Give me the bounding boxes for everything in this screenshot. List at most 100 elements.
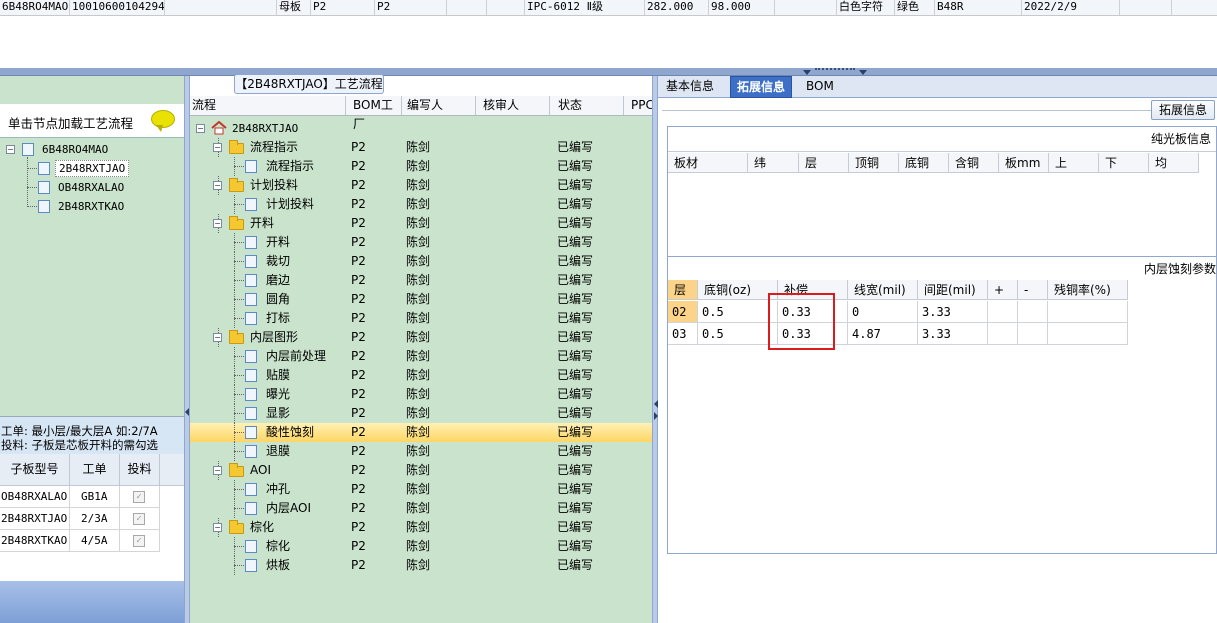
column-header[interactable]: 顶铜	[849, 153, 899, 173]
flow-row[interactable]: 冲孔 P2 陈剑 已编写	[190, 480, 652, 499]
column-header[interactable]: 含铜	[949, 153, 999, 173]
tree-root-label[interactable]: 6B48RO4MAO	[42, 143, 108, 156]
column-header[interactable]: -	[1018, 280, 1048, 300]
table-cell[interactable]	[1048, 323, 1128, 345]
flow-row[interactable]: 开料 P2 陈剑 已编写	[190, 233, 652, 252]
table-cell[interactable]: 4.87	[848, 323, 918, 345]
flow-row[interactable]: − 开料 P2 陈剑 已编写	[190, 214, 652, 233]
feed-checkbox[interactable]: ✓	[133, 491, 145, 503]
table-cell[interactable]: 02	[668, 301, 698, 323]
table-cell[interactable]: OB48RXALAO	[0, 486, 70, 508]
tree-child-selected[interactable]: 2B48RXTJAO	[55, 160, 130, 177]
column-header[interactable]: +	[988, 280, 1018, 300]
table-cell[interactable]: 0.5	[698, 323, 778, 345]
flow-root-label: 2B48RXTJAO	[232, 122, 299, 135]
column-header[interactable]: 板mm	[999, 153, 1049, 173]
column-header[interactable]: 残铜率(%)	[1048, 280, 1128, 300]
flow-row[interactable]: 计划投料 P2 陈剑 已编写	[190, 195, 652, 214]
table-cell[interactable]: 3.33	[918, 323, 988, 345]
column-header[interactable]: 工单	[70, 454, 120, 486]
column-header[interactable]: 投料	[120, 454, 160, 486]
tab-basic-info[interactable]: 基本信息	[660, 76, 720, 98]
collapse-toggle-icon[interactable]: −	[213, 219, 222, 228]
collapse-toggle-icon[interactable]: −	[213, 523, 222, 532]
column-header[interactable]: 层	[668, 280, 698, 300]
flow-row[interactable]: 内层AOI P2 陈剑 已编写	[190, 499, 652, 518]
table-cell[interactable]	[1018, 301, 1048, 323]
flow-row[interactable]: 流程指示 P2 陈剑 已编写	[190, 157, 652, 176]
table-cell[interactable]: 2B48RXTKAO	[0, 530, 70, 552]
flow-row[interactable]: 贴膜 P2 陈剑 已编写	[190, 366, 652, 385]
tab-extended-info[interactable]: 拓展信息	[730, 76, 793, 98]
column-header[interactable]: 纬	[748, 153, 799, 173]
column-header[interactable]: 线宽(mil)	[848, 280, 918, 300]
table-cell[interactable]: 3.33	[918, 301, 988, 323]
table-cell[interactable]	[1048, 301, 1128, 323]
column-header[interactable]: 层	[799, 153, 849, 173]
collapse-arrow-icon[interactable]	[185, 408, 189, 416]
table-cell[interactable]: 2B48RXTJAO	[0, 508, 70, 530]
table-cell[interactable]	[1018, 323, 1048, 345]
table-cell[interactable]: 03	[668, 323, 698, 345]
tab-bom[interactable]: BOM	[800, 76, 840, 98]
collapse-toggle-icon[interactable]: −	[213, 333, 222, 342]
column-header[interactable]: 流程	[190, 96, 346, 115]
column-header[interactable]: 板材	[668, 153, 748, 173]
tree-child[interactable]: OB48RXALAO	[58, 181, 124, 194]
horizontal-splitter[interactable]	[0, 68, 1217, 76]
collapse-toggle-icon[interactable]: −	[6, 145, 15, 154]
table-cell[interactable]	[988, 323, 1018, 345]
flow-row[interactable]: 打标 P2 陈剑 已编写	[190, 309, 652, 328]
flow-row[interactable]: 退膜 P2 陈剑 已编写	[190, 442, 652, 461]
flow-row[interactable]: 酸性蚀刻 P2 陈剑 已编写	[190, 423, 652, 442]
column-header[interactable]: 状态	[550, 96, 624, 115]
column-header[interactable]: 编写人	[402, 96, 476, 115]
table-cell[interactable]: 2/3A	[70, 508, 120, 530]
table-cell[interactable]: GB1A	[70, 486, 120, 508]
collapse-toggle-icon[interactable]: −	[196, 124, 205, 133]
column-header[interactable]: 底铜(oz)	[698, 280, 778, 300]
feed-checkbox[interactable]: ✓	[133, 535, 145, 547]
table-cell[interactable]: 4/5A	[70, 530, 120, 552]
flow-row[interactable]: 曝光 P2 陈剑 已编写	[190, 385, 652, 404]
column-header[interactable]: 均	[1149, 153, 1199, 173]
expand-info-button[interactable]: 拓展信息	[1151, 100, 1215, 120]
collapse-toggle-icon[interactable]: −	[213, 466, 222, 475]
column-header[interactable]: 下	[1099, 153, 1149, 173]
flow-row[interactable]: 磨边 P2 陈剑 已编写	[190, 271, 652, 290]
flow-row[interactable]: 圆角 P2 陈剑 已编写	[190, 290, 652, 309]
flow-row[interactable]: 烘板 P2 陈剑 已编写	[190, 556, 652, 575]
flow-row[interactable]: − 计划投料 P2 陈剑 已编写	[190, 176, 652, 195]
column-header[interactable]: 核审人	[476, 96, 550, 115]
flow-row[interactable]: − 棕化 P2 陈剑 已编写	[190, 518, 652, 537]
column-header[interactable]: 间距(mil)	[918, 280, 988, 300]
collapse-arrow-icon[interactable]	[859, 70, 867, 75]
flow-row[interactable]: 棕化 P2 陈剑 已编写	[190, 537, 652, 556]
flow-row[interactable]: 裁切 P2 陈剑 已编写	[190, 252, 652, 271]
collapse-toggle-icon[interactable]: −	[213, 181, 222, 190]
tree-child[interactable]: 2B48RXTKAO	[58, 200, 124, 213]
column-header[interactable]: 上	[1049, 153, 1099, 173]
column-header[interactable]: 底铜	[899, 153, 949, 173]
flow-row[interactable]: 内层前处理 P2 陈剑 已编写	[190, 347, 652, 366]
flow-writer: 陈剑	[406, 140, 431, 154]
table-cell[interactable]: 0.5	[698, 301, 778, 323]
flow-factory: P2	[351, 501, 366, 515]
table-cell[interactable]	[988, 301, 1018, 323]
column-header[interactable]: 子板型号	[0, 454, 70, 486]
column-header[interactable]: PPC	[624, 96, 652, 115]
flow-writer: 陈剑	[406, 368, 431, 382]
flow-writer: 陈剑	[406, 216, 431, 230]
column-header[interactable]: BOM工厂	[346, 96, 402, 131]
flow-row[interactable]: − 内层图形 P2 陈剑 已编写	[190, 328, 652, 347]
flow-root-row[interactable]: − 2B48RXTJAO	[190, 119, 652, 138]
feed-checkbox[interactable]: ✓	[133, 513, 145, 525]
flow-row[interactable]: − AOI P2 陈剑 已编写	[190, 461, 652, 480]
collapse-arrow-icon[interactable]	[803, 70, 811, 75]
top-grid-row[interactable]: 6B48RO4MAO 10010600104294 母板 P2 P2 IPC-6…	[0, 0, 1217, 16]
collapse-toggle-icon[interactable]: −	[213, 143, 222, 152]
flow-row[interactable]: 显影 P2 陈剑 已编写	[190, 404, 652, 423]
splitter-grip-icon[interactable]	[815, 68, 855, 73]
flow-row[interactable]: − 流程指示 P2 陈剑 已编写	[190, 138, 652, 157]
table-cell[interactable]: 0	[848, 301, 918, 323]
